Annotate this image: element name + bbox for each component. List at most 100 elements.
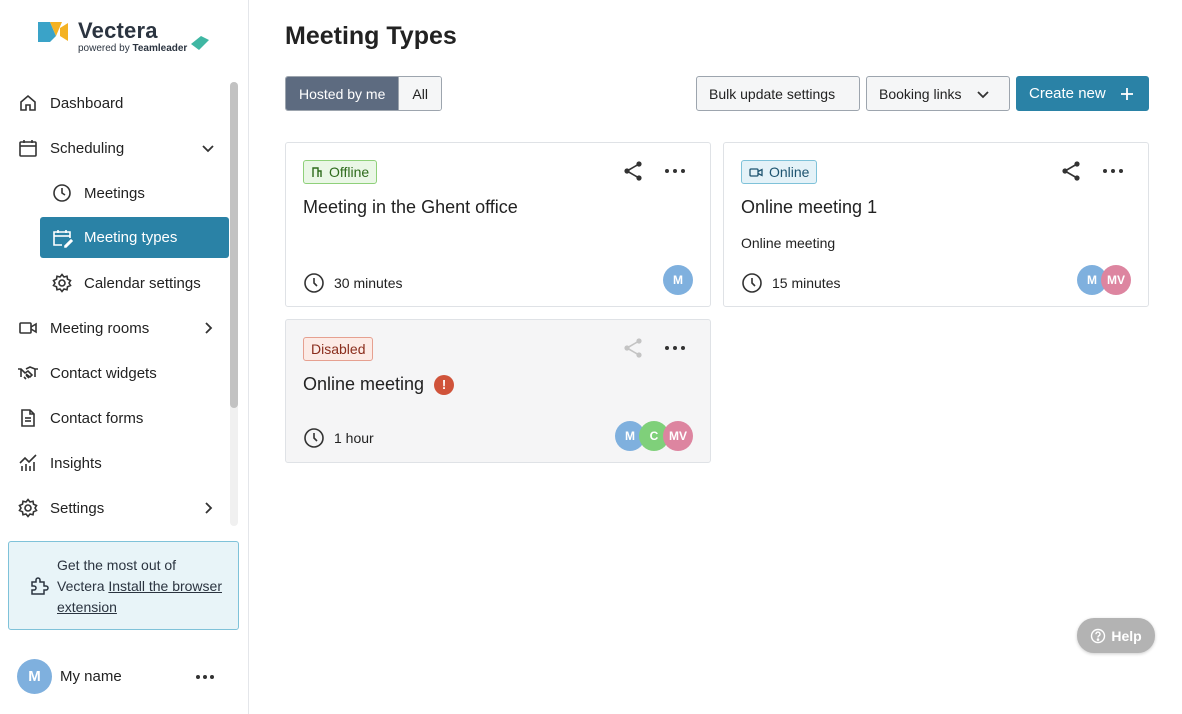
logo-mark-icon bbox=[38, 22, 68, 42]
user-menu[interactable]: M My name bbox=[17, 658, 237, 694]
status-badge: Disabled bbox=[303, 337, 374, 361]
warning-icon[interactable]: ! bbox=[434, 374, 455, 395]
question-icon bbox=[1090, 628, 1106, 644]
share-icon bbox=[624, 338, 642, 358]
sidebar-item-contact-widgets[interactable]: Contact widgets bbox=[8, 353, 229, 393]
duration-text: 30 minutes bbox=[334, 275, 403, 291]
clock-icon bbox=[50, 181, 74, 205]
scrollbar-thumb[interactable] bbox=[230, 82, 238, 408]
more-options-icon[interactable] bbox=[195, 667, 215, 687]
status-label: Offline bbox=[329, 164, 370, 180]
meeting-type-card[interactable]: Offline Meeting in the Ghent office 30 m… bbox=[285, 142, 711, 307]
sidebar-item-meetings[interactable]: Meetings bbox=[40, 173, 229, 213]
more-options-icon[interactable] bbox=[664, 340, 686, 356]
duration-text: 15 minutes bbox=[772, 275, 841, 291]
brand-sub: powered by Teamleader bbox=[78, 43, 187, 54]
plus-icon bbox=[1120, 87, 1133, 100]
duration: 1 hour bbox=[303, 427, 374, 449]
status-badge: Online bbox=[741, 160, 818, 184]
create-new-label: Create new bbox=[1029, 85, 1106, 102]
host-avatars: M MV bbox=[1077, 265, 1131, 295]
status-label: Online bbox=[769, 164, 810, 180]
card-title-text: Meeting in the Ghent office bbox=[303, 197, 518, 217]
create-new-button[interactable]: Create new bbox=[1016, 76, 1149, 111]
avatar: M bbox=[17, 658, 52, 694]
extension-promo: Get the most out of Vectera Install the … bbox=[8, 541, 239, 630]
sidebar-item-meeting-rooms[interactable]: Meeting rooms bbox=[8, 308, 229, 348]
more-options-icon[interactable] bbox=[1102, 163, 1124, 179]
bulk-update-button[interactable]: Bulk update settings bbox=[696, 76, 860, 111]
user-name: My name bbox=[60, 667, 122, 685]
duration-text: 1 hour bbox=[334, 430, 374, 446]
booking-links-label: Booking links bbox=[879, 85, 962, 102]
clock-icon bbox=[303, 272, 325, 294]
sidebar-item-label: Contact forms bbox=[50, 409, 144, 427]
card-title: Online meeting ! bbox=[303, 374, 455, 395]
chevron-down-icon bbox=[976, 90, 989, 98]
sidebar-item-label: Meeting types bbox=[84, 229, 178, 246]
filter-hosted-by-me[interactable]: Hosted by me bbox=[286, 77, 399, 110]
clock-icon bbox=[741, 272, 763, 294]
sidebar-item-dashboard[interactable]: Dashboard bbox=[8, 83, 229, 123]
brand-sub-prefix: powered by bbox=[78, 43, 130, 54]
gear-icon bbox=[50, 271, 74, 295]
card-title: Online meeting 1 bbox=[741, 197, 877, 218]
sidebar-item-label: Calendar settings bbox=[84, 274, 201, 292]
host-avatars: M C MV bbox=[615, 421, 693, 451]
brand-name: Vectera bbox=[78, 18, 158, 43]
calendar-edit-icon bbox=[50, 226, 74, 250]
filter-all[interactable]: All bbox=[398, 77, 441, 110]
host-filter: Hosted by me All bbox=[285, 76, 442, 111]
sidebar-item-label: Insights bbox=[50, 454, 102, 472]
calendar-icon bbox=[16, 136, 40, 160]
meeting-type-card[interactable]: Online Online meeting 1 Online meeting 1… bbox=[723, 142, 1149, 307]
sidebar-item-settings[interactable]: Settings bbox=[8, 488, 229, 528]
sidebar-item-label: Meeting rooms bbox=[50, 319, 150, 337]
chart-icon bbox=[16, 451, 40, 475]
chevron-right-icon[interactable] bbox=[199, 499, 217, 517]
more-options-icon[interactable] bbox=[664, 163, 686, 179]
card-title-text: Online meeting bbox=[303, 374, 425, 394]
help-button[interactable]: Help bbox=[1077, 618, 1155, 653]
brand-sub-brand: Teamleader bbox=[132, 43, 188, 54]
sidebar-scrollbar[interactable] bbox=[230, 82, 238, 526]
vectera-logo[interactable]: Vectera powered by Teamleader bbox=[38, 18, 213, 58]
home-icon bbox=[16, 91, 40, 115]
sidebar-item-insights[interactable]: Insights bbox=[8, 443, 229, 483]
clock-icon bbox=[303, 427, 325, 449]
sidebar-item-label: Meetings bbox=[84, 184, 145, 202]
host-avatars: M bbox=[663, 265, 693, 295]
booking-links-dropdown[interactable]: Booking links bbox=[866, 76, 1010, 111]
card-description: Online meeting bbox=[741, 235, 836, 251]
sidebar-item-label: Settings bbox=[50, 499, 105, 517]
duration: 30 minutes bbox=[303, 272, 402, 294]
duration: 15 minutes bbox=[741, 272, 840, 294]
sidebar-item-label: Dashboard bbox=[50, 94, 124, 112]
sidebar: Vectera powered by Teamleader Dashboard … bbox=[0, 0, 249, 714]
office-icon bbox=[311, 166, 323, 178]
sidebar-item-scheduling[interactable]: Scheduling bbox=[8, 128, 229, 168]
status-label: Disabled bbox=[311, 341, 366, 357]
sidebar-item-label: Contact widgets bbox=[50, 364, 157, 382]
share-icon[interactable] bbox=[1060, 160, 1082, 182]
sidebar-item-calendar-settings[interactable]: Calendar settings bbox=[40, 263, 229, 303]
avatar: MV bbox=[1101, 265, 1131, 295]
teamleader-mark-icon bbox=[191, 36, 209, 50]
avatar: M bbox=[663, 265, 693, 295]
promo-text: Get the most out of Vectera Install the … bbox=[57, 555, 227, 618]
sidebar-item-contact-forms[interactable]: Contact forms bbox=[8, 398, 229, 438]
avatar: MV bbox=[663, 421, 693, 451]
puzzle-icon bbox=[29, 576, 49, 601]
meeting-type-card[interactable]: Disabled Online meeting ! 1 hour M C MV bbox=[285, 319, 711, 463]
status-badge: Offline bbox=[303, 160, 378, 184]
chevron-down-icon[interactable] bbox=[199, 139, 217, 157]
video-icon bbox=[749, 166, 763, 178]
share-icon[interactable] bbox=[622, 160, 644, 182]
chevron-right-icon[interactable] bbox=[199, 319, 217, 337]
bulk-update-label: Bulk update settings bbox=[709, 85, 836, 102]
document-icon bbox=[16, 406, 40, 430]
sidebar-item-meeting-types[interactable]: Meeting types bbox=[40, 217, 229, 258]
card-title-text: Online meeting 1 bbox=[741, 197, 878, 217]
video-icon bbox=[16, 316, 40, 340]
sidebar-item-label: Scheduling bbox=[50, 139, 125, 157]
